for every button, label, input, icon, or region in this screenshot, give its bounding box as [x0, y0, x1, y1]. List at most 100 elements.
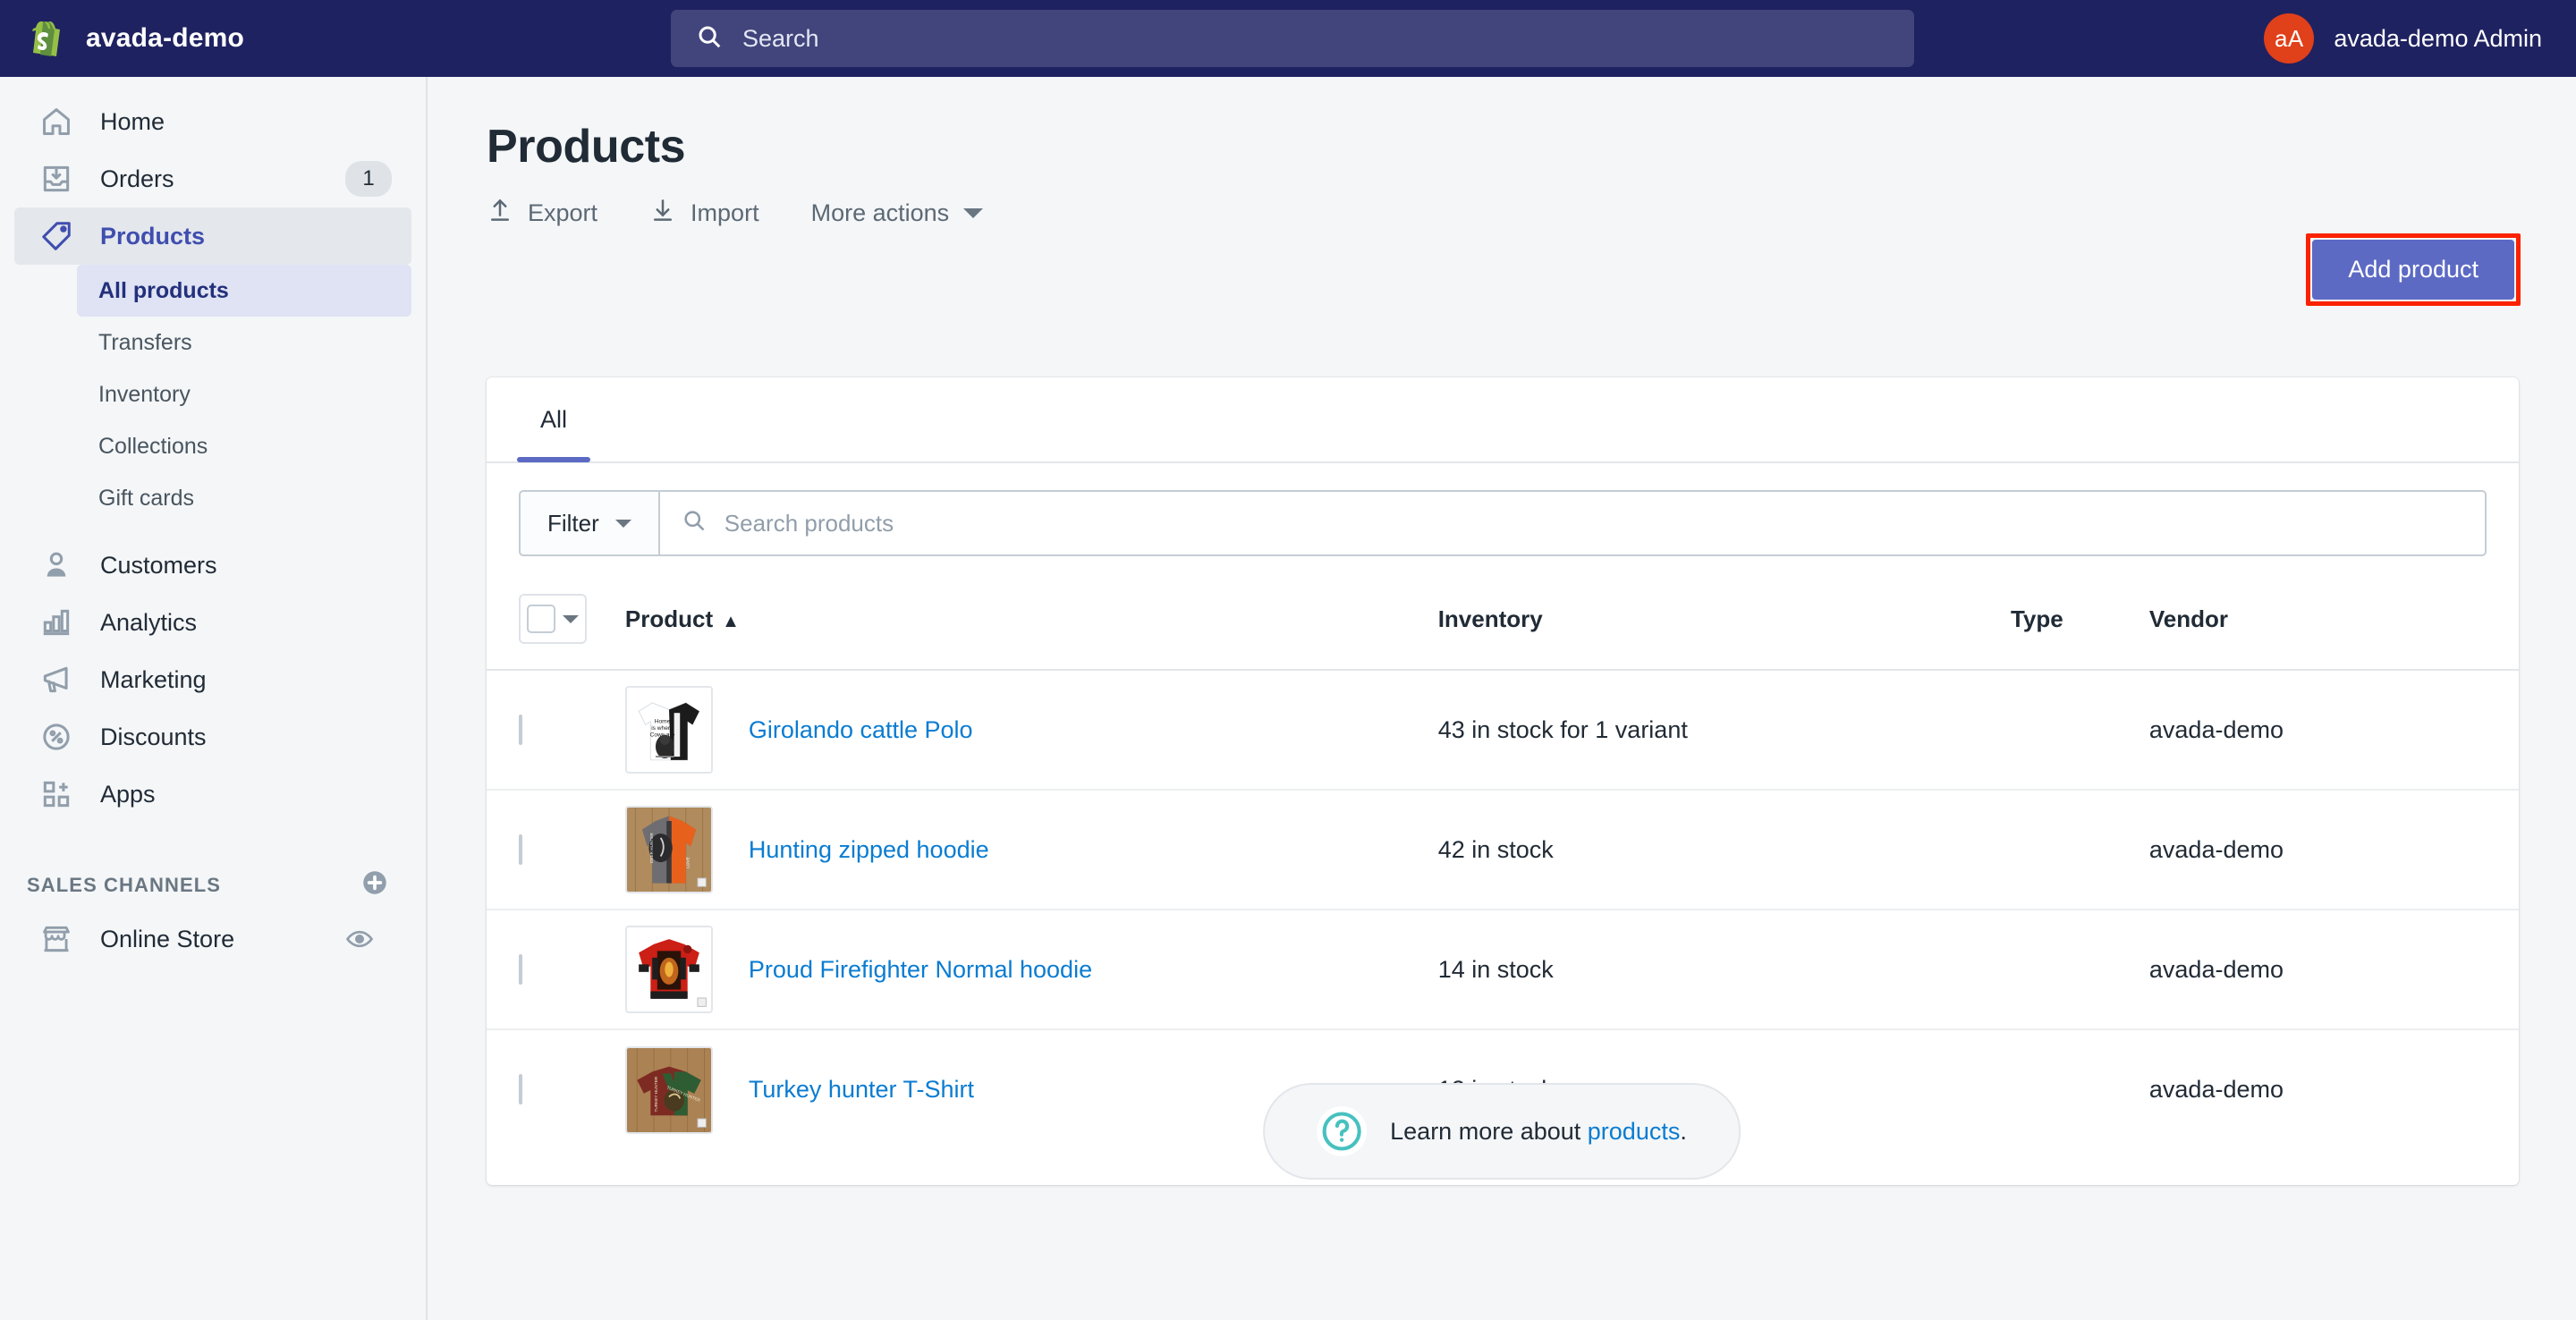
sidebar-item-label: Analytics [100, 608, 198, 636]
sidebar-subitem-label: Transfers [98, 329, 192, 355]
global-search[interactable]: Search [671, 10, 1914, 67]
search-icon [696, 23, 723, 55]
products-card: All Filter Search products Product ▲ Inv… [487, 377, 2519, 1185]
orders-icon [38, 160, 75, 198]
row-type [2011, 1029, 2149, 1149]
header-inventory[interactable]: Inventory [1437, 585, 2011, 671]
sidebar-item-analytics[interactable]: Analytics [14, 594, 411, 651]
apps-icon [38, 775, 75, 813]
help-text: Learn more about products. [1390, 1118, 1687, 1146]
product-thumbnail: DEER HUNTER LOVE [624, 806, 713, 893]
row-vendor: avada-demo [2148, 1076, 2284, 1103]
main-content: Products Export Import More actions Add … [428, 77, 2576, 1320]
sidebar-subitem-label: All products [98, 277, 229, 303]
product-thumbnail: TURKEY HUNTER TURKEY HUNTER [624, 1045, 713, 1134]
table-row[interactable]: DEER HUNTER LOVE Hunting zipped hoodie 4… [487, 790, 2519, 910]
select-all-control[interactable] [519, 594, 587, 644]
select-all-checkbox[interactable] [527, 605, 555, 633]
sidebar-item-online-store[interactable]: Online Store [14, 910, 411, 968]
sidebar-subitem-all-products[interactable]: All products [77, 265, 411, 317]
table-row[interactable]: Proud Firefighter Normal hoodie 14 in st… [487, 910, 2519, 1029]
sidebar-item-home[interactable]: Home [14, 93, 411, 150]
plus-circle-icon[interactable] [360, 867, 390, 903]
search-input[interactable]: Search [671, 10, 1914, 67]
marketing-megaphone-icon [38, 661, 75, 698]
page-header: Products Export Import More actions [428, 77, 2576, 230]
row-vendor: avada-demo [2148, 715, 2284, 743]
sidebar-item-apps[interactable]: Apps [14, 766, 411, 823]
row-checkbox[interactable] [519, 833, 522, 865]
header-vendor[interactable]: Vendor [2148, 585, 2519, 671]
sort-ascending-icon: ▲ [722, 611, 740, 631]
chevron-down-icon[interactable] [563, 614, 579, 623]
svg-text:is where: is where [651, 725, 674, 732]
sidebar-item-label: Apps [100, 780, 156, 808]
help-text-suffix: . [1680, 1117, 1687, 1145]
row-type [2011, 910, 2149, 1029]
chevron-down-icon [963, 208, 984, 218]
row-inventory: 14 in stock [1437, 955, 1554, 983]
product-name-link[interactable]: Proud Firefighter Normal hoodie [749, 956, 1092, 984]
products-help-link[interactable]: products [1588, 1118, 1681, 1145]
search-products-input[interactable]: Search products [657, 490, 2487, 556]
header-type[interactable]: Type [2010, 585, 2149, 671]
sidebar-item-orders[interactable]: Orders 1 [14, 150, 411, 207]
row-checkbox[interactable] [519, 1074, 522, 1104]
import-label: Import [691, 199, 759, 226]
export-label: Export [528, 199, 598, 226]
sidebar-item-marketing[interactable]: Marketing [14, 651, 411, 708]
row-product-cell: Proud Firefighter Normal hoodie [624, 910, 1438, 1029]
user-name: avada-demo Admin [2334, 24, 2542, 52]
sidebar-item-label: Orders [100, 165, 174, 192]
row-select-cell [487, 1029, 625, 1149]
tab-all[interactable]: All [517, 377, 591, 462]
sidebar-subitem-transfers[interactable]: Transfers [77, 317, 411, 368]
page-actions: Export Import More actions [487, 197, 2519, 230]
sidebar-subitem-label: Collections [98, 433, 208, 459]
sidebar-item-products[interactable]: Products [14, 207, 411, 265]
product-thumbnail [624, 926, 713, 1013]
footer-help-banner: Learn more about products. [1263, 1083, 1741, 1180]
more-actions-button[interactable]: More actions [811, 199, 984, 227]
product-name-link[interactable]: Hunting zipped hoodie [749, 836, 989, 864]
sales-channels-header: SALES CHANNELS [0, 860, 426, 910]
sidebar-subitem-inventory[interactable]: Inventory [77, 368, 411, 420]
brand-area[interactable]: avada-demo [0, 18, 429, 59]
export-button[interactable]: Export [487, 197, 597, 230]
header-product[interactable]: Product ▲ [624, 585, 1438, 671]
row-select-cell [487, 910, 625, 1029]
tabs: All [487, 377, 2519, 463]
table-row[interactable]: Home is where Cows are Girolando cattle Po… [487, 670, 2519, 790]
sidebar-subitem-gift-cards[interactable]: Gift cards [77, 472, 411, 524]
add-product-button[interactable]: Add product [2312, 240, 2514, 300]
table-header: Product ▲ Inventory Type Vendor [487, 585, 2519, 671]
products-table: Product ▲ Inventory Type Vendor Home is … [487, 585, 2519, 1149]
more-actions-label: More actions [810, 199, 950, 226]
filter-row: Filter Search products [487, 463, 2519, 585]
tab-label: All [540, 405, 568, 433]
row-inventory: 43 in stock for 1 variant [1437, 715, 1688, 743]
sidebar-item-label: Online Store [100, 925, 235, 952]
product-name-link[interactable]: Girolando cattle Polo [749, 716, 973, 744]
orders-badge: 1 [345, 161, 392, 197]
product-thumbnail: Home is where Cows are [624, 686, 713, 774]
row-vendor: avada-demo [2148, 955, 2284, 983]
row-checkbox[interactable] [519, 714, 522, 745]
help-text-prefix: Learn more about [1390, 1117, 1588, 1145]
row-inventory: 42 in stock [1437, 835, 1554, 863]
svg-text:LOVE: LOVE [685, 857, 690, 868]
sidebar-subitem-collections[interactable]: Collections [77, 420, 411, 472]
analytics-icon [38, 604, 75, 641]
import-download-icon [649, 197, 676, 230]
row-checkbox[interactable] [519, 953, 522, 985]
eye-icon[interactable] [336, 921, 383, 957]
sidebar-item-customers[interactable]: Customers [14, 537, 411, 594]
row-type [2011, 670, 2149, 790]
import-button[interactable]: Import [649, 197, 759, 230]
product-name-link[interactable]: Turkey hunter T-Shirt [749, 1076, 974, 1104]
sidebar-item-discounts[interactable]: Discounts [14, 708, 411, 766]
filter-button[interactable]: Filter [519, 490, 658, 556]
header-product-label: Product [624, 605, 714, 632]
row-select-cell [487, 670, 625, 790]
user-menu[interactable]: aA avada-demo Admin [2264, 0, 2542, 77]
